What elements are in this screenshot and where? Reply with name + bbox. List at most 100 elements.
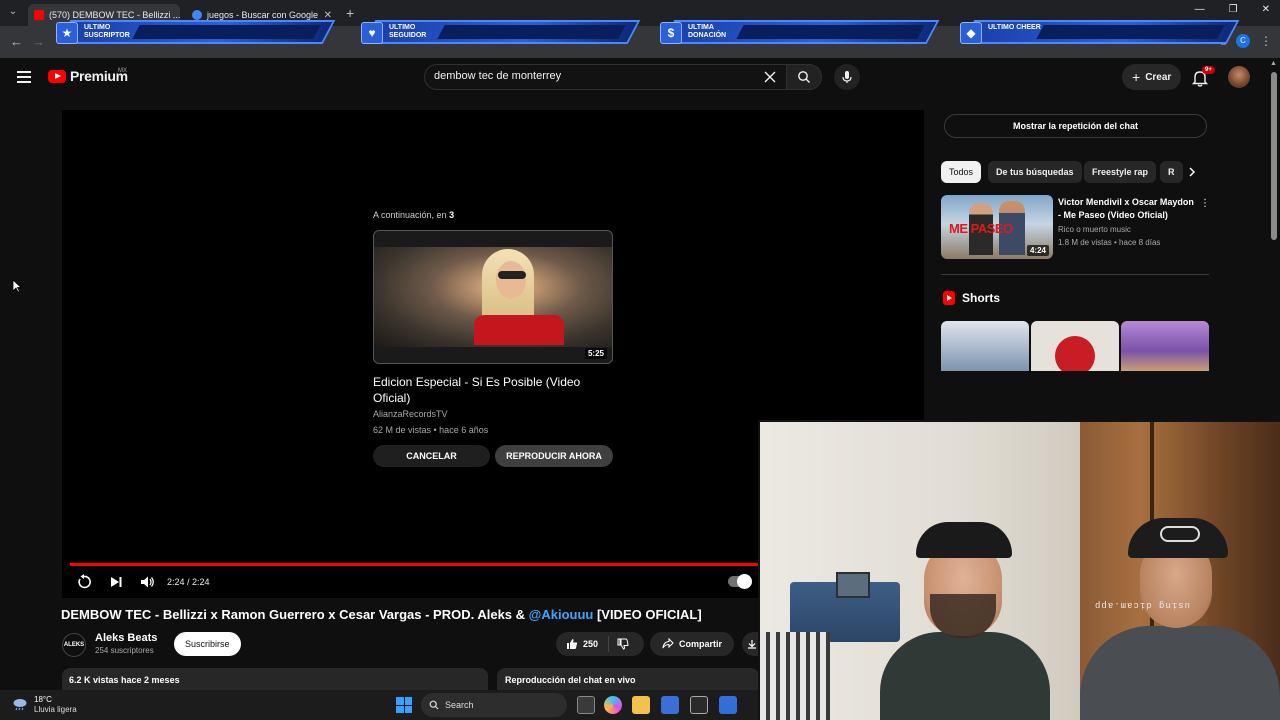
heart-icon: ♥ [361, 22, 383, 44]
up-next-card: A continuación, en 3 5:25 Edicion Especi… [373, 210, 613, 467]
volume-icon[interactable] [139, 574, 155, 590]
account-avatar[interactable] [1228, 66, 1250, 88]
weather-widget[interactable]: 18°C Lluvia ligera [12, 693, 112, 717]
channel-name[interactable]: Aleks Beats [95, 632, 157, 644]
progress-bar[interactable] [70, 563, 758, 566]
mouse-cursor-icon [12, 279, 22, 293]
next-video-channel: AlianzaRecordsTV [373, 409, 448, 419]
replay-icon[interactable] [76, 574, 92, 590]
browser-menu-icon[interactable]: ⋮ [1260, 34, 1272, 48]
duration-badge: 5:25 [584, 348, 607, 359]
microphone-icon [842, 71, 852, 83]
next-video-meta: 62 M de vistas • hace 6 años [373, 425, 489, 435]
streamer-left [880, 522, 1050, 720]
player-controls: 2:24 / 2:24 [70, 572, 758, 592]
recommended-video[interactable]: ME PASEO 4:24 Victor Mendivil x Oscar Ma… [941, 195, 1211, 261]
channel-row: ALEKS Aleks Beats 254 suscriptores Suscr… [62, 631, 762, 659]
tab-search-menu-icon[interactable]: ⌄ [6, 6, 20, 20]
overlay-label: ULTIMO CHEER [988, 24, 1041, 31]
like-count: 250 [583, 639, 599, 649]
task-view-icon[interactable] [577, 696, 595, 714]
next-video-icon[interactable] [108, 574, 124, 590]
recommended-meta: 1.8 M de vistas • hace 8 días [1058, 238, 1161, 247]
star-icon: ★ [56, 22, 78, 44]
taskbar-search-label: Search [445, 700, 474, 710]
voice-search-button[interactable] [834, 64, 860, 90]
play-now-button[interactable]: REPRODUCIR AHORA [495, 445, 613, 467]
chip-todos[interactable]: Todos [941, 161, 982, 183]
webcam-overlay: using dicam.app [758, 420, 1280, 720]
youtube-header: Premium MX + Crear 9+ [0, 58, 1268, 98]
like-dislike-group: 250 [556, 632, 644, 656]
countdown: 3 [449, 210, 455, 220]
youtube-premium-logo[interactable]: Premium [48, 68, 128, 84]
dollar-icon: $ [660, 22, 682, 44]
region-code: MX [118, 68, 127, 74]
subscribe-button[interactable]: Suscribirse [174, 632, 241, 656]
search-button[interactable] [786, 64, 822, 90]
copilot-icon[interactable] [604, 696, 622, 714]
diamond-icon: ◆ [960, 22, 982, 44]
page-scrollbar[interactable]: ▲ [1268, 58, 1280, 420]
duration-badge: 4:24 [1026, 245, 1049, 256]
like-button[interactable]: 250 [556, 636, 610, 652]
short-thumbnail[interactable] [1121, 321, 1209, 371]
overlay-banner-follower: ♥ ULTIMO SEGUIDOR [355, 14, 641, 50]
cancel-button[interactable]: CANCELAR [373, 445, 490, 467]
chip-more[interactable]: R [1160, 161, 1183, 183]
rain-cloud-icon [13, 699, 27, 711]
temperature: 18°C [34, 695, 52, 704]
visual-studio-icon[interactable] [719, 696, 737, 714]
taskbar-search[interactable]: Search [421, 693, 567, 717]
short-thumbnail[interactable] [1031, 321, 1119, 371]
download-icon [748, 640, 756, 649]
create-button[interactable]: + Crear [1122, 64, 1182, 90]
filter-chips: Todos De tus búsquedas Freestyle rap R [941, 161, 1203, 183]
menu-icon[interactable] [17, 71, 31, 83]
overlay-label: ULTIMA DONACIÓN [688, 24, 727, 39]
clear-search-icon[interactable] [763, 70, 777, 84]
back-icon[interactable]: ← [10, 34, 23, 49]
notification-count-badge: 9+ [1202, 66, 1215, 74]
show-chat-replay-button[interactable]: Mostrar la repetición del chat [944, 114, 1207, 138]
microsoft-store-icon[interactable] [661, 696, 679, 714]
windows-start-icon[interactable] [396, 697, 412, 713]
overlay-banner-subscriber: ★ ULTIMO SUSCRIPTOR [50, 14, 336, 50]
thumbs-down-icon [617, 638, 629, 650]
recommended-channel: Rico o muerto music [1058, 225, 1131, 234]
overlay-label: ULTIMO SEGUIDOR [389, 24, 427, 39]
file-explorer-icon[interactable] [632, 696, 650, 714]
video-title: DEMBOW TEC - Bellizzi x Ramon Guerrero x… [61, 607, 702, 622]
short-thumbnail[interactable] [941, 321, 1029, 371]
autoplay-toggle[interactable] [728, 574, 752, 589]
scroll-thumb[interactable] [1271, 72, 1277, 240]
obs-icon[interactable] [690, 696, 708, 714]
plus-icon: + [1132, 69, 1141, 85]
recommended-title[interactable]: Victor Mendivil x Oscar Maydon - Me Pase… [1058, 196, 1198, 222]
scroll-up-icon[interactable]: ▲ [1270, 60, 1277, 67]
webcam-watermark: using dicam.app [1094, 600, 1191, 610]
time-display: 2:24 / 2:24 [167, 577, 210, 587]
thumbs-up-icon [567, 639, 578, 649]
recommended-thumbnail[interactable]: ME PASEO 4:24 [941, 195, 1053, 259]
search-input[interactable] [434, 70, 754, 82]
chevron-right-icon[interactable] [1186, 166, 1198, 178]
channel-avatar[interactable]: ALEKS [62, 633, 86, 657]
next-video-thumbnail[interactable]: 5:25 [373, 230, 613, 364]
youtube-play-icon [48, 69, 66, 83]
more-options-icon[interactable]: ⋮ [1200, 198, 1210, 209]
mention-link[interactable]: @Akiouuu [529, 607, 594, 622]
shorts-logo-icon [943, 291, 955, 305]
next-video-title[interactable]: Edicion Especial - Si Es Posible (Video … [373, 374, 613, 406]
search-box [424, 64, 788, 90]
close-window-icon[interactable]: ✕ [1262, 4, 1270, 15]
chip-freestyle-rap[interactable]: Freestyle rap [1084, 161, 1157, 183]
dislike-button[interactable] [609, 638, 629, 650]
share-button[interactable]: Compartir [650, 632, 735, 656]
windows-taskbar: 18°C Lluvia ligera Search [0, 690, 758, 720]
forward-icon[interactable]: → [32, 34, 45, 49]
chip-de-tus-busquedas[interactable]: De tus búsquedas [988, 161, 1082, 183]
shorts-heading: Shorts [943, 291, 1000, 305]
create-label: Crear [1145, 71, 1172, 83]
share-label: Compartir [679, 639, 723, 649]
